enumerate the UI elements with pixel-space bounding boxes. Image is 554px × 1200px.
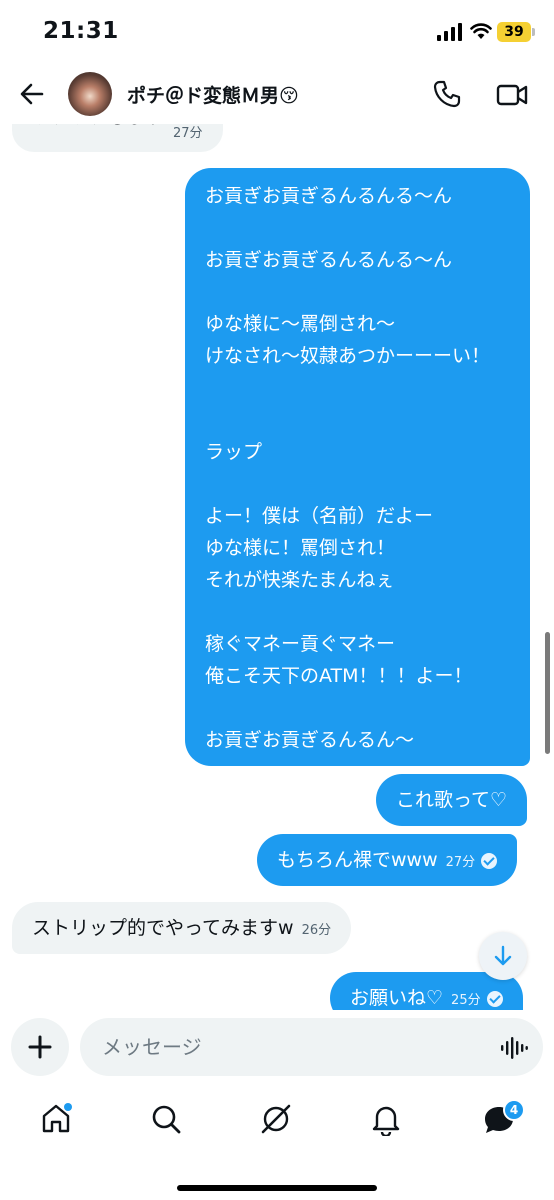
read-check-icon	[481, 853, 498, 869]
read-check-icon	[486, 991, 503, 1007]
message-line: それが快楽たまんねぇ	[205, 569, 395, 591]
message-line: お貢ぎお貢ぎるんるん〜	[205, 729, 415, 751]
message-line	[205, 468, 510, 500]
home-indicator	[177, 1185, 377, 1191]
message-line: お貢ぎお貢ぎるんるんる〜ん	[205, 185, 453, 207]
wifi-icon	[470, 23, 492, 39]
message-text: ワクワクします	[32, 124, 165, 134]
battery-indicator: 39	[497, 22, 531, 42]
message-time: 25分	[451, 993, 481, 1008]
message-line: ゆな様に！罵倒され！	[205, 537, 396, 559]
messages-badge: 4	[503, 1099, 525, 1121]
message-time: 26分	[301, 923, 332, 938]
search-icon[interactable]	[149, 1102, 183, 1136]
message-text: お願いね♡	[350, 987, 444, 1009]
tab-bar	[0, 1088, 554, 1200]
message-line	[205, 276, 510, 308]
status-time: 21:31	[43, 18, 119, 44]
message-line: けなされ〜奴隷あつかーーーい！	[205, 345, 491, 367]
message-text: もちろん裸でwww	[277, 849, 438, 871]
message-list[interactable]: ワクワクします 27分 お貢ぎお貢ぎるんるんる〜ん お貢ぎお貢ぎるんるんる〜ん ゆ…	[0, 124, 554, 1010]
video-call-icon[interactable]	[496, 81, 528, 109]
message-line: ラップ	[205, 441, 263, 463]
status-bar: 21:31 39	[0, 0, 554, 64]
composer	[0, 1010, 554, 1088]
message-bubble-incoming[interactable]: ストリップ的でやってみますw 26分	[12, 902, 352, 954]
scrollbar[interactable]	[545, 632, 550, 754]
add-attachment-button[interactable]	[11, 1018, 69, 1076]
message-line: よー！僕は（名前）だよー	[205, 505, 434, 527]
message-line	[205, 372, 510, 404]
message-input[interactable]	[80, 1018, 543, 1076]
home-notification-dot	[64, 1103, 72, 1111]
message-line	[205, 212, 510, 244]
grok-icon[interactable]	[259, 1102, 293, 1136]
message-line: 俺こそ天下のATM！！！よー！	[205, 665, 473, 687]
message-time: 27分	[445, 855, 476, 870]
message-line	[205, 692, 510, 724]
message-text: これ歌って♡	[396, 789, 508, 811]
plus-icon	[28, 1035, 52, 1059]
message-text: ストリップ的でやってみますw	[32, 917, 294, 939]
message-bubble-outgoing[interactable]: お貢ぎお貢ぎるんるんる〜ん お貢ぎお貢ぎるんるんる〜ん ゆな様に〜罵倒され〜 け…	[185, 168, 530, 766]
conversation-header: ポチ＠ド変態Ｍ男😚	[0, 64, 554, 124]
bell-icon[interactable]	[369, 1102, 403, 1136]
phone-icon[interactable]	[432, 79, 462, 109]
message-line	[205, 404, 510, 436]
message-line: ゆな様に〜罵倒され〜	[205, 313, 396, 335]
message-bubble-incoming[interactable]: ワクワクします 27分	[12, 124, 223, 152]
contact-name[interactable]: ポチ＠ド変態Ｍ男😚	[127, 81, 299, 108]
cellular-signal-icon	[437, 23, 462, 41]
message-line	[205, 596, 510, 628]
message-line: 稼ぐマネー貢ぐマネー	[205, 633, 396, 655]
message-bubble-outgoing[interactable]: これ歌って♡	[376, 774, 528, 826]
back-arrow-icon[interactable]	[16, 78, 48, 110]
arrow-down-icon	[494, 945, 512, 966]
battery-tip	[532, 28, 535, 36]
message-time: 27分	[173, 126, 203, 141]
scroll-to-bottom-button[interactable]	[479, 932, 527, 980]
message-line: お貢ぎお貢ぎるんるんる〜ん	[205, 249, 453, 271]
avatar[interactable]	[68, 72, 112, 116]
message-bubble-outgoing[interactable]: もちろん裸でwww 27分	[257, 834, 518, 886]
voice-message-icon[interactable]	[500, 1034, 528, 1062]
